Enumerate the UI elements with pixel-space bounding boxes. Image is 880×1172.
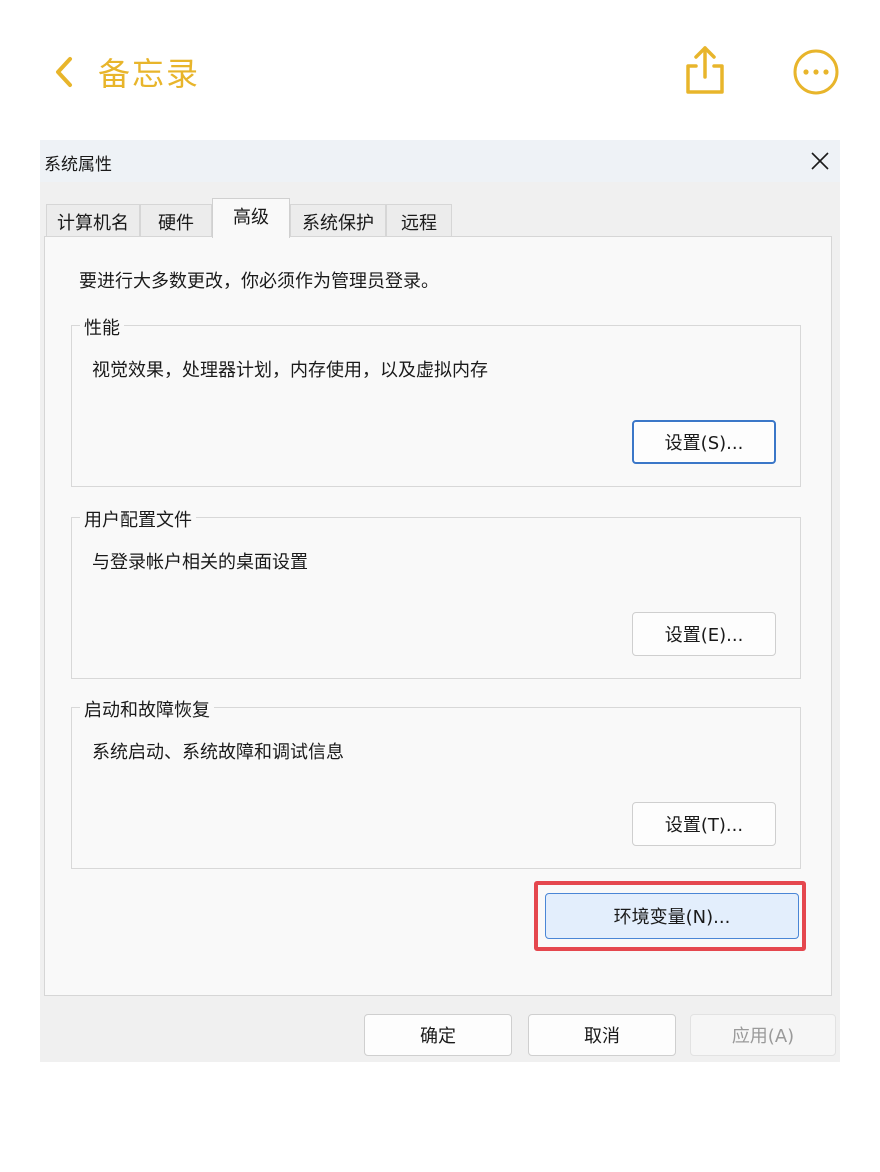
back-button[interactable]: 备忘录 [46, 46, 200, 98]
dialog-titlebar: 系统属性 [40, 140, 840, 182]
advanced-tab-panel: 要进行大多数更改，你必须作为管理员登录。 性能 视觉效果，处理器计划，内存使用，… [44, 236, 832, 996]
startup-recovery-group-title: 启动和故障恢复 [80, 696, 214, 722]
admin-notice: 要进行大多数更改，你必须作为管理员登录。 [79, 271, 439, 292]
share-icon[interactable] [682, 44, 728, 96]
dialog-title: 系统属性 [44, 155, 112, 175]
ok-button[interactable]: 确定 [364, 1014, 512, 1056]
system-properties-dialog: 系统属性 计算机名 硬件 高级 系统保护 远程 要进行大多数更改，你必须作为管理… [40, 140, 840, 1062]
startup-recovery-description: 系统启动、系统故障和调试信息 [92, 742, 344, 763]
tab-remote[interactable]: 远程 [386, 204, 452, 238]
environment-variables-button[interactable]: 环境变量(N)... [545, 893, 799, 939]
performance-description: 视觉效果，处理器计划，内存使用，以及虚拟内存 [92, 360, 488, 381]
notes-header: 备忘录 [0, 0, 880, 140]
performance-group-title: 性能 [80, 314, 124, 340]
user-profiles-description: 与登录帐户相关的桌面设置 [92, 552, 308, 573]
apply-button[interactable]: 应用(A) [690, 1014, 836, 1056]
user-profiles-settings-button[interactable]: 设置(E)... [632, 612, 776, 656]
startup-recovery-settings-button[interactable]: 设置(T)... [632, 802, 776, 846]
close-icon[interactable] [800, 140, 840, 182]
tab-system-protection[interactable]: 系统保护 [290, 204, 386, 238]
back-label: 备忘录 [98, 55, 201, 93]
tab-computer-name[interactable]: 计算机名 [46, 204, 140, 238]
user-profiles-group: 用户配置文件 与登录帐户相关的桌面设置 设置(E)... [71, 506, 801, 679]
performance-settings-button[interactable]: 设置(S)... [632, 420, 776, 464]
ellipsis-circle-icon[interactable] [792, 48, 840, 96]
startup-recovery-group: 启动和故障恢复 系统启动、系统故障和调试信息 设置(T)... [71, 696, 801, 869]
user-profiles-group-title: 用户配置文件 [80, 506, 196, 532]
tab-hardware[interactable]: 硬件 [140, 204, 212, 238]
chevron-left-icon [46, 46, 82, 98]
tab-advanced[interactable]: 高级 [212, 198, 290, 238]
cancel-button[interactable]: 取消 [528, 1014, 676, 1056]
performance-group: 性能 视觉效果，处理器计划，内存使用，以及虚拟内存 设置(S)... [71, 314, 801, 487]
